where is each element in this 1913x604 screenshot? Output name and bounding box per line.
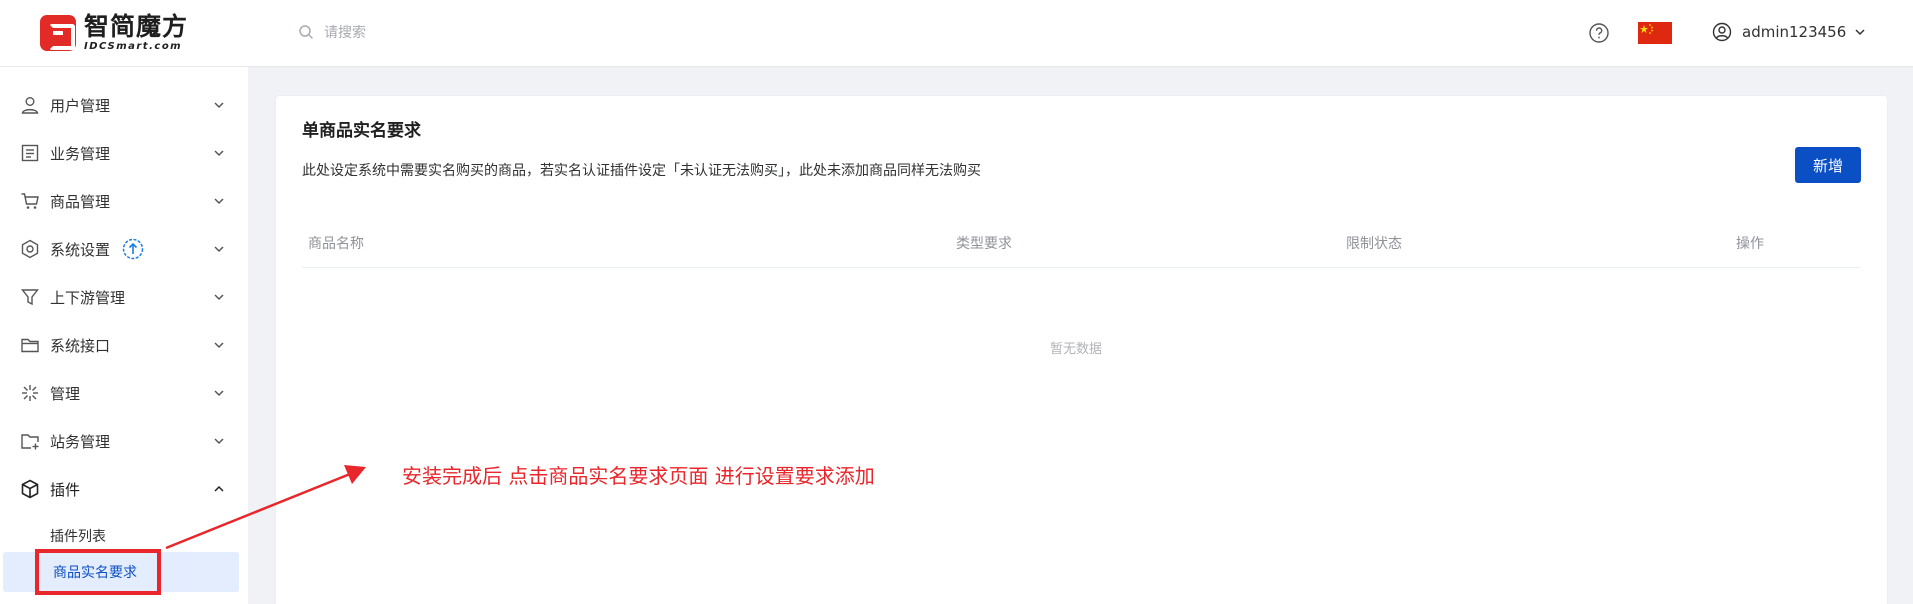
page-title: 单商品实名要求 [302, 121, 421, 141]
column-header-restriction-status: 限制状态 [1346, 236, 1402, 252]
chevron-up-icon [214, 485, 224, 492]
table-header-divider [302, 267, 1861, 268]
sidebar-item-system-settings[interactable]: 系统设置 [0, 225, 248, 273]
sidebar-item-label: 插件 [50, 480, 81, 499]
help-icon[interactable] [1588, 22, 1610, 44]
chevron-down-icon [214, 342, 224, 349]
sidebar-item-label: 站务管理 [50, 432, 111, 451]
column-header-product-name: 商品名称 [308, 236, 364, 252]
chevron-down-icon [214, 150, 224, 157]
sidebar-item-label: 商品管理 [50, 192, 111, 211]
sidebar-item-label: 业务管理 [50, 144, 111, 163]
column-header-type-requirement: 类型要求 [956, 236, 1012, 252]
folder-icon [21, 338, 39, 353]
folder-add-icon [21, 434, 39, 450]
search-placeholder: 请搜索 [324, 25, 366, 41]
settings-icon [21, 239, 39, 259]
chevron-down-icon [214, 246, 224, 253]
page-description: 此处设定系统中需要实名购买的商品，若实名认证插件设定「未认证无法购买」，此处未添… [302, 163, 981, 179]
sidebar-item-upstream-downstream[interactable]: 上下游管理 [0, 273, 248, 321]
language-flag-icon[interactable] [1638, 22, 1672, 44]
sidebar-item-label: 用户管理 [50, 96, 111, 115]
sidebar-item-products[interactable]: 商品管理 [0, 177, 248, 225]
document-icon [21, 144, 39, 162]
sidebar-item-label: 上下游管理 [50, 288, 126, 307]
sidebar-item-label: 系统设置 [50, 240, 111, 259]
search-input[interactable]: 请搜索 [298, 22, 366, 42]
chevron-down-icon [214, 438, 224, 445]
sidebar-item-users[interactable]: 用户管理 [0, 81, 248, 129]
annotation-note: 安装完成后 点击商品实名要求页面 进行设置要求添加 [402, 464, 875, 488]
sidebar-item-management[interactable]: 管理 [0, 369, 248, 417]
annotation-highlight-box [35, 549, 161, 595]
column-header-actions: 操作 [1736, 236, 1764, 252]
logo-text: 智简魔方 [84, 12, 189, 41]
upgrade-icon[interactable] [122, 238, 144, 260]
chevron-down-icon [214, 102, 224, 109]
top-header: 智简魔方 IDCSmart.com 请搜索 admin123456 [0, 0, 1913, 67]
user-icon [21, 97, 39, 114]
sidebar-item-plugins[interactable]: 插件 [0, 465, 248, 513]
logo-subtext: IDCSmart.com [84, 41, 183, 52]
logo-mark-icon [40, 15, 76, 51]
sidebar-item-business[interactable]: 业务管理 [0, 129, 248, 177]
cart-icon [21, 193, 39, 209]
user-avatar-icon [1712, 22, 1732, 42]
chevron-down-icon [214, 198, 224, 205]
sparkle-icon [22, 385, 38, 401]
sidebar-subitem-label: 插件列表 [50, 529, 106, 545]
cube-icon [21, 479, 39, 499]
sidebar-item-label: 管理 [50, 384, 81, 403]
add-button[interactable]: 新增 [1795, 147, 1861, 183]
sidebar-item-site-management[interactable]: 站务管理 [0, 417, 248, 465]
sidebar-item-label: 系统接口 [50, 336, 111, 355]
logo[interactable]: 智简魔方 IDCSmart.com [40, 14, 188, 52]
user-menu[interactable]: admin123456 [1712, 22, 1866, 42]
chevron-down-icon [1855, 29, 1865, 36]
username: admin123456 [1742, 23, 1847, 41]
empty-state-text: 暂无数据 [1050, 342, 1103, 357]
chevron-down-icon [214, 390, 224, 397]
sidebar-item-system-interface[interactable]: 系统接口 [0, 321, 248, 369]
filter-icon [21, 289, 39, 306]
search-icon [299, 25, 314, 40]
chevron-down-icon [214, 294, 224, 301]
